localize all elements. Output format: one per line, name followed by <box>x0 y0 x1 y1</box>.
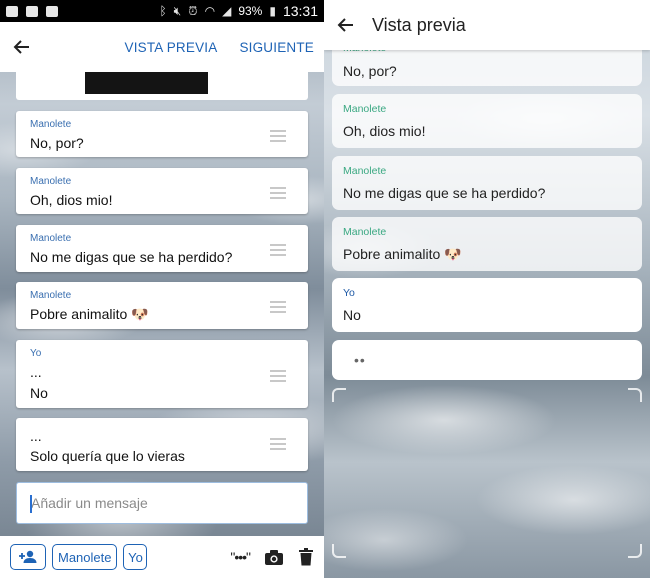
frame-corner <box>332 388 346 402</box>
typing-dots: •• <box>354 352 366 368</box>
message-text: Oh, dios mio! <box>343 123 426 139</box>
typing-indicator-button[interactable]: "•••" <box>230 549 251 565</box>
trash-icon[interactable] <box>298 548 314 566</box>
message-card[interactable]: Manolete No me digas que se ha perdido? <box>16 225 308 272</box>
bluetooth-icon: ᛒ <box>159 4 167 18</box>
message-text: No, por? <box>343 63 397 79</box>
message-input[interactable] <box>17 483 307 523</box>
signal-icon: ◢ <box>222 4 232 18</box>
status-bar: ᛒ 🔇︎ ⏰︎ ◠ ◢ 93% ▮ 13:31 <box>0 0 324 22</box>
message-text: ... <box>30 428 42 444</box>
sender-yo-chip[interactable]: Yo <box>123 544 148 570</box>
message-card[interactable]: Manolete Pobre animalito 🐶 <box>16 282 308 329</box>
drag-handle-icon[interactable] <box>270 301 286 316</box>
message-card[interactable]: Yo ... No <box>16 340 308 408</box>
preview-screen: Manolete No, por? Vista previa Manolete … <box>324 0 650 578</box>
mute-icon: 🔇︎ <box>173 3 182 18</box>
message-bubble: Manolete Pobre animalito 🐶 <box>332 217 642 271</box>
message-sender: Manolete <box>30 233 72 244</box>
camera-icon[interactable] <box>264 549 284 566</box>
drag-handle-icon[interactable] <box>270 370 286 385</box>
page-title: Vista previa <box>372 14 466 35</box>
clock: 13:31 <box>282 3 318 19</box>
drag-handle-icon[interactable] <box>270 187 286 202</box>
compose-toolbar: Manolete Yo "•••" <box>0 536 324 578</box>
compose-box[interactable] <box>16 482 308 524</box>
upload-notification-icon <box>46 5 58 17</box>
editor-toolbar: VISTA PREVIA SIGUIENTE <box>0 22 324 72</box>
back-arrow-icon[interactable] <box>0 22 44 72</box>
message-text: No me digas que se ha perdido? <box>30 249 233 265</box>
message-sender: Manolete <box>30 290 72 301</box>
message-bubble: Manolete Oh, dios mio! <box>332 94 642 148</box>
preview-button[interactable]: VISTA PREVIA <box>125 40 218 55</box>
message-text: No me digas que se ha perdido? <box>343 185 546 201</box>
message-text: No <box>30 385 48 401</box>
battery-percent: 93% <box>238 4 263 18</box>
drag-handle-icon[interactable] <box>270 438 286 453</box>
message-text: Solo quería que lo vieras <box>30 448 185 464</box>
message-text: ... <box>30 364 42 380</box>
message-card[interactable]: Manolete Oh, dios mio! <box>16 168 308 214</box>
message-bubble: Manolete No me digas que se ha perdido? <box>332 156 642 210</box>
preview-toolbar: Vista previa <box>324 0 650 50</box>
message-sender: Manolete <box>30 176 72 187</box>
message-text: No, por? <box>30 135 84 151</box>
briefcase-notification-icon <box>26 5 38 17</box>
sender-manolete-chip[interactable]: Manolete <box>52 544 118 570</box>
add-contact-button[interactable] <box>10 544 46 570</box>
next-button[interactable]: SIGUIENTE <box>239 40 314 55</box>
alarm-icon: ⏰︎ <box>188 3 198 18</box>
image-thumbnail <box>85 72 208 94</box>
message-sender: Manolete <box>343 165 387 177</box>
message-bubble: Yo No <box>332 278 642 332</box>
add-person-icon <box>19 550 37 563</box>
message-sender: Manolete <box>343 226 387 238</box>
frame-corner <box>332 544 346 558</box>
drag-handle-icon[interactable] <box>270 130 286 145</box>
message-sender: Yo <box>30 348 42 359</box>
wifi-icon: ◠ <box>204 4 216 18</box>
battery-icon: ▮ <box>269 4 276 18</box>
message-sender: Manolete <box>30 119 72 130</box>
frame-corner <box>628 544 642 558</box>
editor-screen: ᛒ 🔇︎ ⏰︎ ◠ ◢ 93% ▮ 13:31 VISTA PREVIA SIG… <box>0 0 324 578</box>
back-arrow-icon[interactable] <box>324 0 368 50</box>
message-card[interactable]: ... Solo quería que lo vieras <box>16 418 308 471</box>
message-text: Pobre animalito 🐶 <box>343 246 462 262</box>
typing-indicator-bubble: •• <box>332 340 642 380</box>
text-cursor <box>30 495 32 513</box>
drag-handle-icon[interactable] <box>270 244 286 259</box>
image-notification-icon <box>6 5 18 17</box>
message-text: Oh, dios mio! <box>30 192 113 208</box>
message-text: No <box>343 307 361 323</box>
message-text: Pobre animalito 🐶 <box>30 306 149 322</box>
frame-corner <box>628 388 642 402</box>
message-card[interactable]: Manolete No, por? <box>16 111 308 157</box>
message-sender: Yo <box>343 287 355 299</box>
message-sender: Manolete <box>343 103 387 115</box>
